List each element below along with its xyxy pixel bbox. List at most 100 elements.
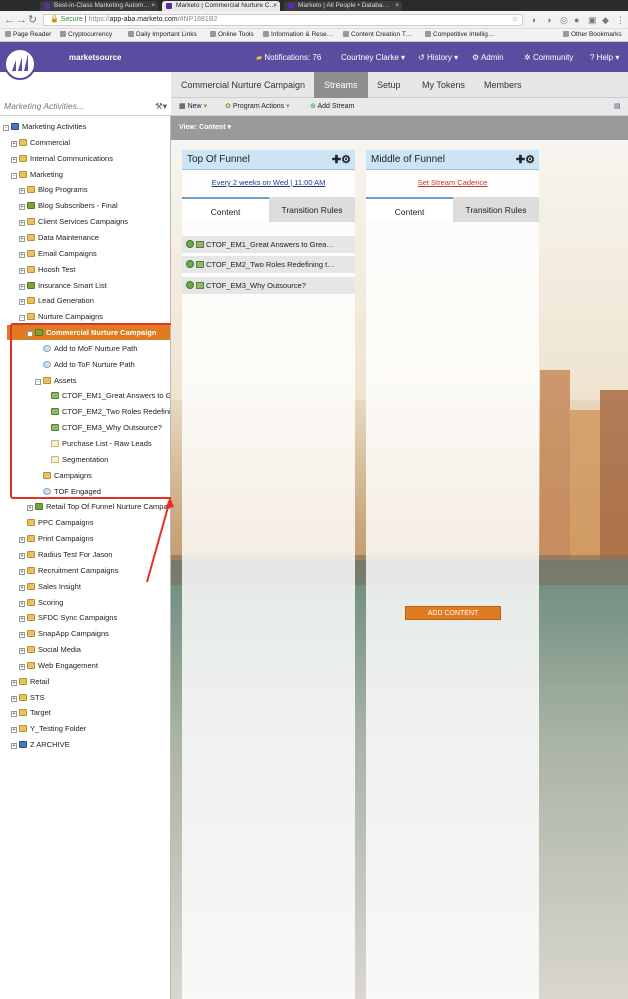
collapse-icon[interactable]: - <box>3 125 9 131</box>
user-menu[interactable]: Courtney Clarke ▾ <box>341 53 405 62</box>
bookmark-item[interactable]: Information & Rese… <box>263 29 333 41</box>
tab-transition-rules[interactable]: Transition Rules <box>269 197 355 222</box>
expand-icon[interactable]: + <box>19 188 25 195</box>
tree-node[interactable]: - Nurture Campaigns <box>19 309 103 324</box>
tree-node[interactable]: + SnapApp Campaigns <box>19 626 109 641</box>
expand-icon[interactable]: + <box>19 267 25 274</box>
extension-icon[interactable]: ▣ <box>588 13 597 27</box>
add-stream-button[interactable]: ⊕ Add Stream <box>310 98 354 116</box>
help-menu[interactable]: ? Help ▾ <box>590 53 619 62</box>
tree-node[interactable]: - Marketing <box>11 167 63 182</box>
plus-icon[interactable]: ✚ <box>516 154 525 166</box>
gear-icon[interactable]: ⚙ <box>525 154 535 166</box>
history-menu[interactable]: ↺ History ▾ <box>418 53 458 62</box>
extension-icon[interactable]: ◆ <box>602 13 609 27</box>
close-icon[interactable]: × <box>273 2 277 9</box>
program-actions-button[interactable]: ✿ Program Actions ▾ <box>225 98 290 116</box>
tab-members[interactable]: Members <box>474 72 532 98</box>
expand-icon[interactable]: + <box>19 220 25 227</box>
menu-dots-icon[interactable]: ⋮ <box>616 13 625 27</box>
browser-tab-1[interactable]: Best-in-Class Marketing Autom… × <box>40 1 158 11</box>
extension-icon[interactable]: ● <box>574 13 579 27</box>
marketo-logo-icon[interactable] <box>4 48 36 80</box>
tree-node[interactable]: + Print Campaigns <box>19 531 93 546</box>
tree-node[interactable]: - Marketing Activities <box>3 119 86 134</box>
tree-node[interactable]: + Commercial <box>11 135 70 150</box>
url-input[interactable]: 🔒 Secure | https://app-aba.marketo.com/#… <box>43 14 523 26</box>
tab-setup[interactable]: Setup <box>367 72 411 98</box>
expand-icon[interactable]: + <box>19 663 25 670</box>
set-stream-cadence-link[interactable]: Set Stream Cadence <box>366 178 539 187</box>
close-icon[interactable]: × <box>151 2 155 9</box>
other-bookmarks[interactable]: Other Bookmarks <box>563 29 622 41</box>
tree-node[interactable]: + Social Media <box>19 642 81 657</box>
new-button[interactable]: ▦ New ▾ <box>179 98 207 116</box>
tree-node[interactable]: + Blog Programs <box>19 182 88 197</box>
browser-tab-3[interactable]: Marketo | All People • Databa… × <box>284 1 402 11</box>
extension-icon[interactable]: ◐ <box>532 13 537 27</box>
expand-icon[interactable]: + <box>19 204 25 211</box>
tab-my-tokens[interactable]: My Tokens <box>412 72 475 98</box>
expand-icon[interactable]: + <box>11 679 17 686</box>
tree-node[interactable]: PPC Campaigns <box>19 515 93 530</box>
expand-icon[interactable]: + <box>11 140 17 147</box>
stream-content-item[interactable]: CTOF_EM2_Two Roles Redefining t… <box>182 256 355 274</box>
tab-streams[interactable]: Streams <box>314 72 368 98</box>
expand-icon[interactable]: + <box>11 727 17 734</box>
bookmark-item[interactable]: Competitive Intellig… <box>425 29 494 41</box>
tree-node[interactable]: + Lead Generation <box>19 293 94 308</box>
tree-node[interactable]: + Target <box>11 705 51 720</box>
close-icon[interactable]: × <box>395 2 399 9</box>
browser-tab-2[interactable]: Marketo | Commercial Nurture C… × <box>162 1 280 11</box>
back-arrow-icon[interactable]: ← <box>4 13 15 27</box>
tree-node[interactable]: + Recruitment Campaigns <box>19 563 118 578</box>
tab-transition-rules[interactable]: Transition Rules <box>453 197 539 222</box>
gear-icon[interactable]: ⚙ <box>341 154 351 166</box>
expand-icon[interactable]: + <box>19 584 25 591</box>
expand-icon[interactable]: + <box>19 552 25 559</box>
expand-icon[interactable]: + <box>19 600 25 607</box>
bookmark-item[interactable]: Online Tools <box>210 29 254 41</box>
collapse-icon[interactable]: - <box>11 172 17 179</box>
tree-node[interactable]: + Radius Test For Jason <box>19 547 112 562</box>
reload-icon[interactable]: ↻ <box>28 13 37 27</box>
tree-node[interactable]: + Scoring <box>19 595 63 610</box>
notifications-link[interactable]: ▰ Notifications: 76 <box>256 53 321 62</box>
tree-node[interactable]: + Z ARCHIVE <box>11 737 70 752</box>
tree-node[interactable]: + Email Campaigns <box>19 246 97 261</box>
community-link[interactable]: ✲ Community <box>524 53 573 62</box>
expand-icon[interactable]: + <box>19 616 25 623</box>
expand-icon[interactable]: + <box>19 299 25 306</box>
add-content-button[interactable]: ADD CONTENT <box>405 606 501 620</box>
expand-icon[interactable]: + <box>19 283 25 290</box>
extension-icon[interactable]: ◎ <box>560 13 568 27</box>
tree-node[interactable]: + Data Maintenance <box>19 230 99 245</box>
star-icon[interactable]: ☆ <box>512 15 518 25</box>
bookmark-item[interactable]: Daily Important Links <box>128 29 197 41</box>
expand-icon[interactable]: + <box>19 251 25 258</box>
expand-icon[interactable]: + <box>11 743 17 750</box>
expand-icon[interactable]: + <box>19 632 25 639</box>
stream-cadence-link[interactable]: Every 2 weeks on Wed | 11:00 AM <box>182 178 355 187</box>
admin-link[interactable]: ⚙ Admin <box>472 53 504 62</box>
tree-node[interactable]: + SFDC Sync Campaigns <box>19 610 117 625</box>
expand-icon[interactable]: + <box>19 235 25 242</box>
tab-content[interactable]: Content <box>182 197 269 222</box>
bookmark-item[interactable]: Page Reader <box>5 29 51 41</box>
plus-icon[interactable]: ✚ <box>332 154 341 166</box>
tree-node[interactable]: + Hoosh Test <box>19 262 75 277</box>
extension-icon[interactable]: ◑ <box>546 13 551 27</box>
bookmark-item[interactable]: Cryptocurrency <box>60 29 112 41</box>
tree-tools-icon[interactable]: ⚒▾ <box>155 98 167 114</box>
tab-content[interactable]: Content <box>366 197 453 222</box>
collapse-icon[interactable]: - <box>19 315 25 322</box>
tree-node[interactable]: + Y_Testing Folder <box>11 721 86 736</box>
expand-icon[interactable]: + <box>27 505 33 512</box>
tree-node[interactable]: + Insurance Smart List <box>19 278 107 293</box>
tab-commercial-nurture-campaign[interactable]: Commercial Nurture Campaign <box>171 72 315 98</box>
tree-node[interactable]: + Retail <box>11 674 49 689</box>
tree-node[interactable]: + Internal Communications <box>11 151 113 166</box>
tree-node[interactable]: + STS <box>11 690 45 705</box>
bookmark-item[interactable]: Content Creation T… <box>343 29 412 41</box>
expand-icon[interactable]: + <box>19 648 25 655</box>
